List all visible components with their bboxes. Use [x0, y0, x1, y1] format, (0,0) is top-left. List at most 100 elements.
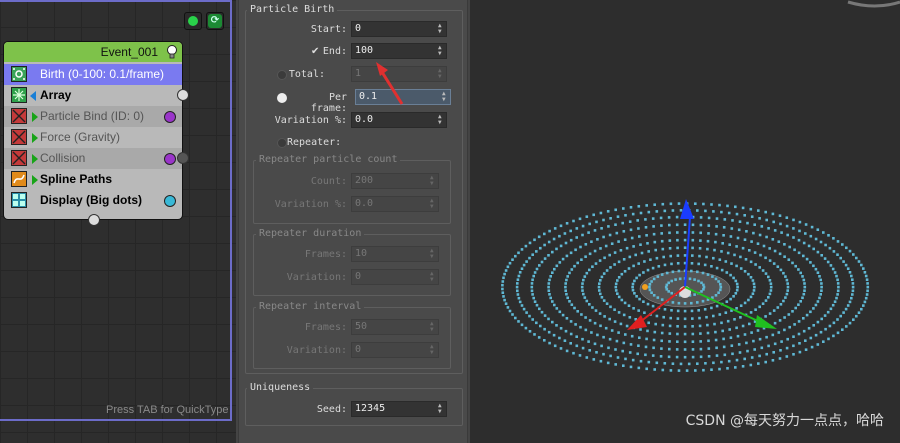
particle-dot — [595, 220, 598, 224]
pivot-marker-icon[interactable] — [642, 284, 648, 290]
operator-particle-bind[interactable]: Particle Bind (ID: 0) — [4, 106, 182, 127]
particle-dot — [699, 216, 703, 219]
particle-dot — [619, 322, 623, 326]
particle-dot — [744, 258, 748, 261]
lightbulb-icon[interactable] — [166, 45, 178, 59]
particle-dot — [678, 277, 682, 281]
particle-dot — [622, 341, 626, 345]
particle-dot — [552, 237, 556, 241]
green-dot-icon[interactable] — [184, 12, 202, 30]
particle-dot — [583, 275, 587, 278]
particle-dot — [655, 210, 659, 213]
operator-force[interactable]: Force (Gravity) — [4, 127, 182, 148]
particle-dot — [751, 292, 755, 295]
particle-dot — [543, 257, 547, 260]
particle-dot — [779, 349, 782, 352]
particle-dot — [797, 238, 801, 242]
particle-dot — [669, 316, 672, 320]
particle-dot — [778, 357, 782, 360]
collision-output-port[interactable] — [177, 152, 189, 164]
particle-dot — [824, 327, 827, 331]
particle-dot — [635, 276, 638, 280]
operator-array[interactable]: Array — [4, 85, 182, 106]
viewport-3d[interactable]: CSDN @每天努力一点点，哈哈 — [470, 0, 900, 443]
particle-dot — [581, 224, 585, 228]
particle-dot — [828, 324, 832, 328]
particle-dot — [661, 247, 665, 251]
particle-dot — [764, 360, 767, 364]
particle-dot — [616, 215, 620, 218]
particle-dot — [548, 278, 551, 282]
particle-dot — [715, 346, 718, 350]
particle-dot — [717, 280, 720, 283]
particle-dot — [570, 268, 574, 271]
operator-birth[interactable]: Birth (0-100: 0.1/frame) — [4, 64, 182, 85]
particle-dot — [812, 247, 815, 251]
particle-dot — [772, 262, 776, 265]
particle-dot — [780, 231, 783, 234]
particle-dot — [786, 233, 789, 237]
particle-dot — [602, 335, 605, 339]
particle-dot — [652, 277, 656, 281]
output-port-purple[interactable] — [164, 153, 176, 165]
output-port-cyan[interactable] — [164, 195, 176, 207]
particle-dot — [802, 317, 805, 320]
particle-dot — [804, 348, 808, 351]
particle-dot — [704, 209, 707, 213]
particle-dot — [820, 254, 823, 257]
particle-dot — [768, 259, 772, 262]
particle-dot — [747, 298, 750, 302]
particle-dot — [501, 291, 505, 294]
particle-dot — [585, 299, 589, 303]
particle-dot — [532, 296, 535, 300]
particle-dot — [809, 310, 812, 314]
viewcube-arc[interactable] — [847, 0, 900, 8]
operator-display[interactable]: Display (Big dots) — [4, 190, 182, 211]
particle-dot — [617, 240, 620, 243]
particle-dot — [588, 303, 591, 306]
particle-dot — [702, 283, 705, 287]
particle-dot — [616, 292, 619, 295]
particle-dot — [720, 321, 723, 325]
operator-collision[interactable]: Collision — [4, 148, 182, 169]
particle-dot — [812, 307, 815, 310]
event-input-port[interactable] — [88, 214, 100, 226]
operator-spline-paths[interactable]: Spline Paths — [4, 169, 182, 190]
output-port-purple[interactable] — [164, 111, 176, 123]
particle-dot — [596, 238, 599, 241]
particle-dot — [533, 300, 537, 303]
particle-dot — [707, 232, 710, 235]
particle-dot — [584, 316, 587, 319]
particle-dot — [750, 215, 754, 218]
particle-dot — [516, 289, 519, 293]
particle-dot — [639, 328, 642, 331]
particle-dot — [707, 347, 711, 350]
particle-dot — [659, 216, 663, 220]
array-output-port[interactable] — [177, 89, 189, 101]
particle-dot — [592, 358, 596, 361]
particle-dot — [622, 207, 625, 210]
particle-dot — [547, 317, 550, 321]
particle-dot — [793, 323, 796, 326]
particle-dot — [850, 274, 853, 278]
event-node[interactable]: Event_001 Birth (0-100: 0.1/frame) Array — [3, 41, 183, 220]
particle-dot — [602, 218, 605, 222]
particle-dot — [715, 304, 719, 308]
particle-dot — [728, 328, 731, 331]
particle-dot — [715, 217, 719, 220]
particle-dot — [615, 231, 619, 235]
particle-dot — [773, 321, 777, 325]
event-title[interactable]: Event_001 — [4, 42, 182, 62]
particle-dot — [508, 309, 512, 313]
particle-dot — [565, 349, 569, 353]
particle-dot — [573, 306, 576, 310]
particle-dot — [758, 266, 761, 269]
particle-dot — [687, 362, 691, 366]
particle-dot — [599, 279, 602, 282]
refresh-icon[interactable]: ⟳ — [206, 12, 224, 30]
particle-dot — [628, 255, 632, 259]
particle-dot — [637, 227, 640, 230]
particle-dot — [726, 319, 730, 323]
particle-dot — [699, 239, 702, 242]
particle-dot — [831, 267, 835, 271]
